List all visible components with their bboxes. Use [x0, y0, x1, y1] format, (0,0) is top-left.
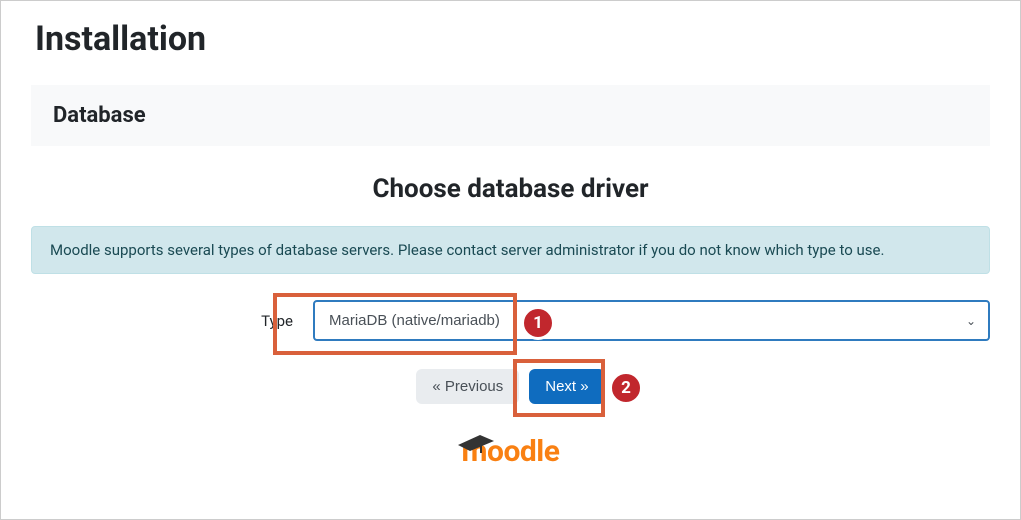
type-label: Type: [31, 312, 313, 330]
moodle-logo: moodle: [462, 434, 560, 469]
form-heading: Choose database driver: [31, 174, 990, 204]
logo-row: moodle: [31, 434, 990, 469]
type-select-wrap: MariaDB (native/mariadb) ⌄: [313, 300, 990, 341]
button-row: « Previous Next »: [31, 369, 990, 404]
type-select[interactable]: MariaDB (native/mariadb): [313, 300, 990, 341]
page-title: Installation: [35, 19, 990, 59]
section-heading: Database: [53, 103, 968, 128]
next-button[interactable]: Next »: [529, 369, 604, 404]
previous-button[interactable]: « Previous: [416, 369, 519, 404]
section-bar: Database: [31, 85, 990, 146]
info-box: Moodle supports several types of databas…: [31, 226, 990, 274]
type-row: Type MariaDB (native/mariadb) ⌄: [31, 300, 990, 341]
installer-frame: Installation Database Choose database dr…: [0, 0, 1021, 520]
